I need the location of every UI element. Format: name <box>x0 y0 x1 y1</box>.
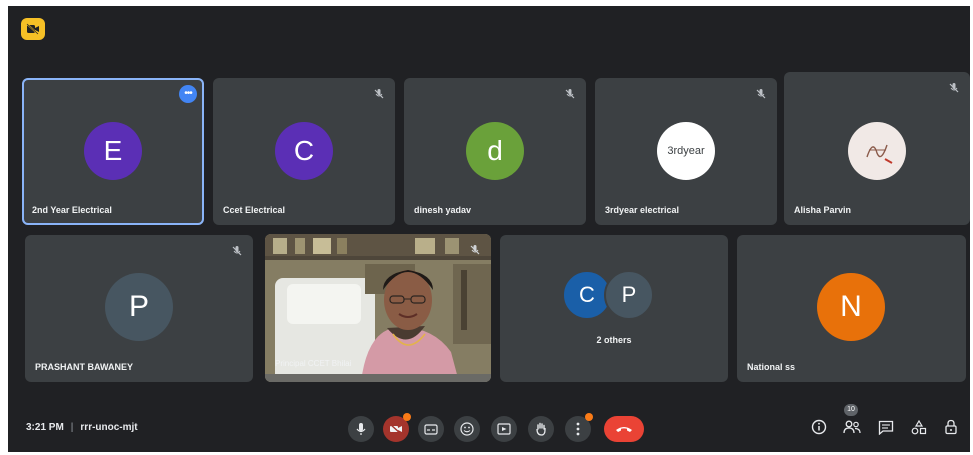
video-off-badge[interactable] <box>21 18 45 40</box>
participant-name: Alisha Parvin <box>794 205 852 215</box>
people-icon <box>843 420 861 434</box>
end-call-button[interactable] <box>604 416 644 442</box>
raise-hand-button[interactable] <box>528 416 554 442</box>
participant-name: 3rdyear electrical <box>605 205 680 215</box>
avatar-initial: P <box>128 290 149 323</box>
participant-tile[interactable]: 3rdyear 3rdyear electrical <box>595 78 777 225</box>
participant-tile[interactable]: N National ss <box>737 235 966 382</box>
others-count-label: 2 others <box>596 335 632 345</box>
participant-name: Principal CCET Bhilai <box>275 359 352 368</box>
avatar: E <box>84 122 142 180</box>
microphone-button[interactable] <box>348 416 374 442</box>
participant-tile[interactable]: C Ccet Electrical <box>213 78 395 225</box>
avatar-initial: E <box>103 135 123 166</box>
separator: | <box>70 422 74 433</box>
more-options-button[interactable] <box>565 413 593 442</box>
participant-tile[interactable]: d dinesh yadav <box>404 78 586 225</box>
participant-tile[interactable]: ••• E 2nd Year Electrical <box>22 78 204 225</box>
avatar: P <box>604 270 654 320</box>
bottom-toolbar: 3:21 PM | rrr-unoc-mjt 10 <box>8 402 970 452</box>
camera-off-icon <box>389 423 402 435</box>
avatar: P <box>105 273 173 341</box>
host-controls-icon <box>945 419 957 435</box>
mic-off-icon <box>949 83 959 93</box>
present-icon <box>497 423 511 435</box>
mic-off-icon <box>470 245 480 255</box>
participant-name: National ss <box>747 362 796 372</box>
end-call-icon <box>616 427 632 432</box>
meeting-info: 3:21 PM | rrr-unoc-mjt <box>26 422 138 433</box>
host-controls-button[interactable] <box>940 416 962 438</box>
avatar <box>848 122 906 180</box>
participant-video-tile[interactable]: Principal CCET Bhilai <box>265 234 491 382</box>
signature-avatar-image <box>866 144 893 164</box>
present-button[interactable] <box>491 416 517 442</box>
meeting-details-button[interactable] <box>808 416 830 438</box>
emoji-icon <box>460 422 474 436</box>
participant-tile[interactable]: Alisha Parvin <box>784 72 970 225</box>
captions-icon <box>424 423 438 435</box>
avatar: d <box>466 122 524 180</box>
notification-dot <box>585 413 593 421</box>
avatar-initial: 3rdyear <box>667 145 705 157</box>
participant-name: Ccet Electrical <box>223 205 286 215</box>
more-options-icon <box>576 422 580 436</box>
mic-off-icon <box>374 89 384 99</box>
avatar-initial: d <box>487 135 503 166</box>
chat-button[interactable] <box>875 416 897 438</box>
mic-off-icon <box>232 246 242 256</box>
raise-hand-icon <box>536 422 546 436</box>
avatar: N <box>817 273 885 341</box>
more-options-button[interactable]: ••• <box>179 85 197 103</box>
video-off-icon <box>26 23 39 35</box>
mic-off-icon <box>756 89 766 99</box>
meeting-window: ••• E 2nd Year Electrical C Ccet Electri… <box>8 6 970 452</box>
clock-time: 3:21 PM <box>26 422 64 433</box>
participant-count-badge: 10 <box>844 404 858 416</box>
chat-icon <box>878 420 894 435</box>
people-button[interactable]: 10 <box>841 404 863 438</box>
avatar: 3rdyear <box>657 122 715 180</box>
captions-button[interactable] <box>418 416 444 442</box>
avatar-initial: C <box>579 282 595 307</box>
participant-tile[interactable]: P PRASHANT BAWANEY <box>25 235 253 382</box>
activities-icon <box>911 419 927 434</box>
notification-dot <box>403 413 411 421</box>
avatar: C <box>275 122 333 180</box>
avatar-initial: N <box>840 290 862 323</box>
activities-button[interactable] <box>908 416 930 438</box>
participant-name: 2nd Year Electrical <box>32 205 112 215</box>
info-icon <box>811 419 827 435</box>
participant-name: PRASHANT BAWANEY <box>35 362 134 372</box>
participant-name: dinesh yadav <box>414 205 472 215</box>
emoji-button[interactable] <box>454 416 480 442</box>
mic-off-icon <box>565 89 575 99</box>
avatar-initial: P <box>621 282 637 307</box>
avatar-initial: C <box>293 135 315 166</box>
participant-tile-others[interactable]: C P 2 others <box>500 235 728 382</box>
microphone-icon <box>356 423 366 435</box>
camera-button[interactable] <box>383 413 411 442</box>
meeting-code: rrr-unoc-mjt <box>80 422 138 433</box>
